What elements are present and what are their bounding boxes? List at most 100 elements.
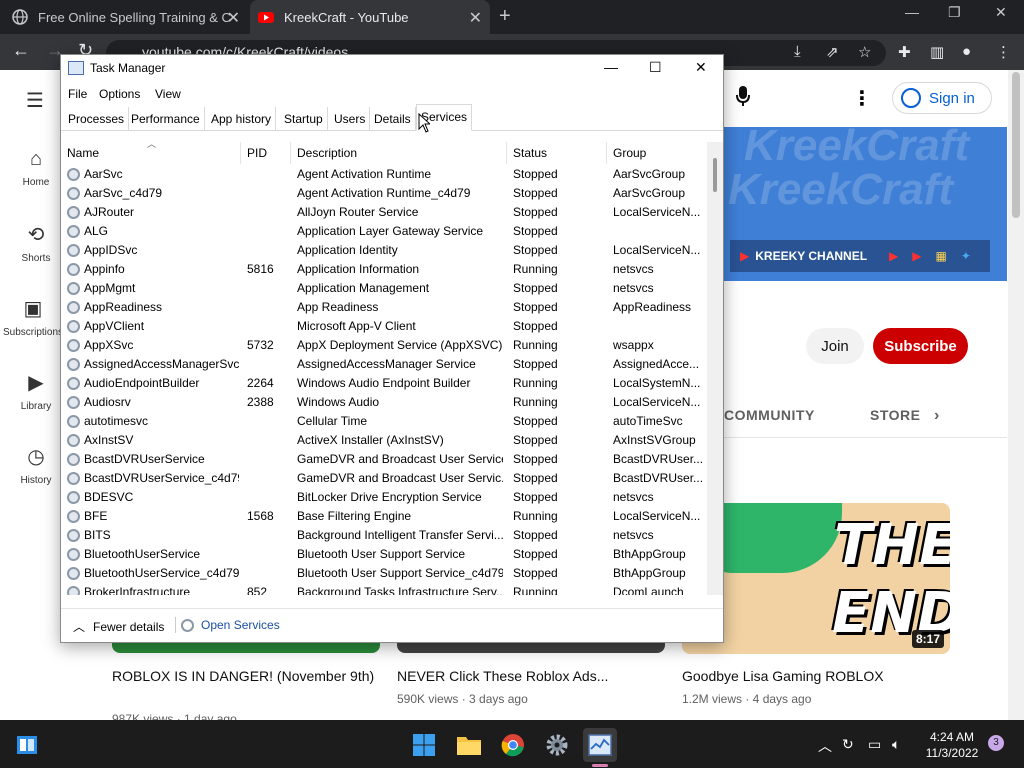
column-name[interactable]: Name — [61, 142, 241, 164]
scrollbar-thumb[interactable] — [1012, 72, 1020, 218]
twitter-icon[interactable]: ✦ — [961, 249, 971, 263]
close-icon[interactable]: ✕ — [469, 8, 482, 28]
video-title[interactable]: ROBLOX IS IN DANGER! (November 9th) — [112, 666, 382, 686]
column-pid[interactable]: PID — [241, 142, 291, 164]
install-app-icon[interactable]: ⤓ — [794, 43, 801, 60]
table-row[interactable]: AxInstSV ActiveX Installer (AxInstSV) Stop… — [61, 431, 706, 450]
sidebar-item-subscriptions[interactable]: ▣ Subscriptions — [3, 296, 63, 338]
cell-pid: 5816 — [247, 262, 274, 276]
table-row[interactable]: AJRouter AllJoyn Router Service Stopped Loc… — [61, 203, 706, 222]
tab-community[interactable]: COMMUNITY — [724, 407, 815, 423]
hamburger-menu-icon[interactable]: ☰ — [26, 88, 44, 113]
tab-users[interactable]: Users — [330, 107, 371, 131]
table-row[interactable]: BDESVC BitLocker Drive Encryption Service… — [61, 488, 706, 507]
open-services-link[interactable]: Open Services — [181, 618, 280, 632]
side-panel-icon[interactable]: ▥ — [930, 43, 944, 61]
settings-button[interactable] — [540, 728, 574, 762]
table-row[interactable]: ALG Application Layer Gateway Service Stop… — [61, 222, 706, 241]
table-row[interactable]: BITS Background Intelligent Transfer Serv… — [61, 526, 706, 545]
sync-status-icon[interactable]: ↻ — [842, 736, 854, 753]
minimize-icon[interactable]: — — [604, 59, 618, 75]
roblox-link-icon[interactable]: ▦ — [936, 249, 947, 263]
maximize-icon[interactable]: ☐ — [649, 59, 662, 76]
task-manager-taskbar-button[interactable] — [583, 728, 617, 762]
file-explorer-button[interactable] — [452, 728, 486, 762]
show-hidden-icons-icon[interactable]: ︿ — [818, 736, 832, 756]
column-status[interactable]: Status — [507, 142, 607, 164]
tab-processes[interactable]: Processes — [64, 107, 130, 131]
chrome-menu-icon[interactable]: ⋮ — [996, 43, 1011, 61]
sign-in-button[interactable]: Sign in — [892, 82, 992, 114]
menu-file[interactable]: File — [68, 87, 87, 101]
more-options-icon[interactable]: ⋮ — [852, 86, 872, 111]
table-row[interactable]: BcastDVRUserService GameDVR and Broadcast… — [61, 450, 706, 469]
menu-view[interactable]: View — [155, 87, 181, 101]
display-icon[interactable]: ▭ — [868, 736, 881, 753]
fewer-details-button[interactable]: ︿ Fewer details — [73, 618, 164, 635]
tab-performance[interactable]: Performance — [127, 107, 205, 131]
table-row[interactable]: AarSvc Agent Activation Runtime Stopped Aar… — [61, 165, 706, 184]
column-description[interactable]: Description — [291, 142, 507, 164]
new-tab-icon[interactable]: + — [499, 5, 511, 28]
table-row[interactable]: Audiosrv 2388 Windows Audio Running LocalSer… — [61, 393, 706, 412]
youtube-link-icon[interactable]: ▶ — [912, 249, 921, 263]
tab-app-history[interactable]: App history — [207, 107, 277, 131]
sidebar-item-history[interactable]: ◷ History — [6, 444, 66, 486]
sidebar-item-shorts[interactable]: ⟲ Shorts — [6, 222, 66, 264]
table-row[interactable]: autotimesvc Cellular Time Stopped autoTimeS… — [61, 412, 706, 431]
table-row[interactable]: AssignedAccessManagerSvc AssignedAccessMa… — [61, 355, 706, 374]
table-row[interactable]: AppXSvc 5732 AppX Deployment Service (AppX… — [61, 336, 706, 355]
widgets-button[interactable] — [10, 728, 44, 762]
system-clock[interactable]: 4:24 AM 11/3/2022 — [920, 729, 984, 761]
table-row[interactable]: BluetoothUserService Bluetooth User Suppo… — [61, 545, 706, 564]
close-window-icon[interactable]: ✕ — [995, 4, 1007, 21]
table-row[interactable]: AppMgmt Application Management Stopped nets… — [61, 279, 706, 298]
table-row[interactable]: AarSvc_c4d79 Agent Activation Runtime_c4d… — [61, 184, 706, 203]
profile-icon[interactable]: ● — [962, 43, 971, 60]
tab-details[interactable]: Details — [370, 107, 416, 131]
menu-options[interactable]: Options — [99, 87, 140, 101]
start-button[interactable] — [407, 728, 441, 762]
cell-status: Running — [513, 262, 558, 276]
chrome-button[interactable] — [496, 728, 530, 762]
volume-icon[interactable]: 🔈︎ — [892, 736, 900, 753]
join-button[interactable]: Join — [806, 328, 864, 364]
table-row[interactable]: BcastDVRUserService_c4d79 GameDVR and Bro… — [61, 469, 706, 488]
scrollbar-thumb[interactable] — [713, 158, 717, 192]
table-row[interactable]: AppIDSvc Application Identity Stopped Local… — [61, 241, 706, 260]
close-icon[interactable]: ✕ — [695, 59, 707, 76]
column-group[interactable]: Group — [607, 142, 706, 164]
extensions-icon[interactable]: ✚ — [898, 43, 911, 61]
chevron-right-icon[interactable]: › — [934, 407, 940, 425]
video-title[interactable]: Goodbye Lisa Gaming ROBLOX — [682, 666, 952, 686]
minimize-icon[interactable]: — — [905, 4, 919, 20]
table-row[interactable]: BrokerInfrastructure 852 Background Tasks … — [61, 583, 706, 595]
browser-tab-spelling[interactable]: Free Online Spelling Training & C ✕ — [12, 0, 248, 34]
tab-store[interactable]: STORE — [870, 407, 920, 423]
browser-tab-youtube[interactable]: KreekCraft - YouTube ✕ — [250, 0, 490, 34]
page-scrollbar[interactable] — [1008, 70, 1024, 720]
table-row[interactable]: BFE 1568 Base Filtering Engine Running Local… — [61, 507, 706, 526]
close-icon[interactable]: ✕ — [227, 8, 240, 28]
back-icon[interactable]: ← — [12, 40, 30, 61]
table-row[interactable]: AppReadiness App Readiness Stopped AppReadi… — [61, 298, 706, 317]
services-scrollbar[interactable] — [707, 142, 723, 595]
share-icon[interactable]: ⇗ — [826, 43, 839, 61]
subscribe-button[interactable]: Subscribe — [873, 328, 968, 364]
sidebar-item-library[interactable]: ▶ Library — [6, 370, 66, 412]
youtube-link-icon[interactable]: ▶ — [889, 249, 898, 263]
bookmark-star-icon[interactable]: ☆ — [858, 43, 871, 61]
restore-icon[interactable]: ❐ — [948, 4, 961, 21]
tab-startup[interactable]: Startup — [280, 107, 328, 131]
microphone-icon[interactable] — [736, 86, 750, 112]
table-row[interactable]: AudioEndpointBuilder 2264 Windows Audio En… — [61, 374, 706, 393]
notification-badge[interactable]: 3 — [988, 735, 1004, 751]
table-row[interactable]: AppVClient Microsoft App-V Client Stopped — [61, 317, 706, 336]
video-title[interactable]: NEVER Click These Roblox Ads... — [397, 666, 667, 686]
task-manager-titlebar[interactable]: Task Manager — ☐ ✕ — [61, 55, 723, 83]
sidebar-item-label: Shorts — [21, 253, 51, 264]
sidebar-item-home[interactable]: ⌂ Home — [6, 148, 66, 188]
table-row[interactable]: BluetoothUserService_c4d79 Bluetooth User… — [61, 564, 706, 583]
table-row[interactable]: Appinfo 5816 Application Information Runnin… — [61, 260, 706, 279]
task-manager-icon — [588, 734, 612, 756]
